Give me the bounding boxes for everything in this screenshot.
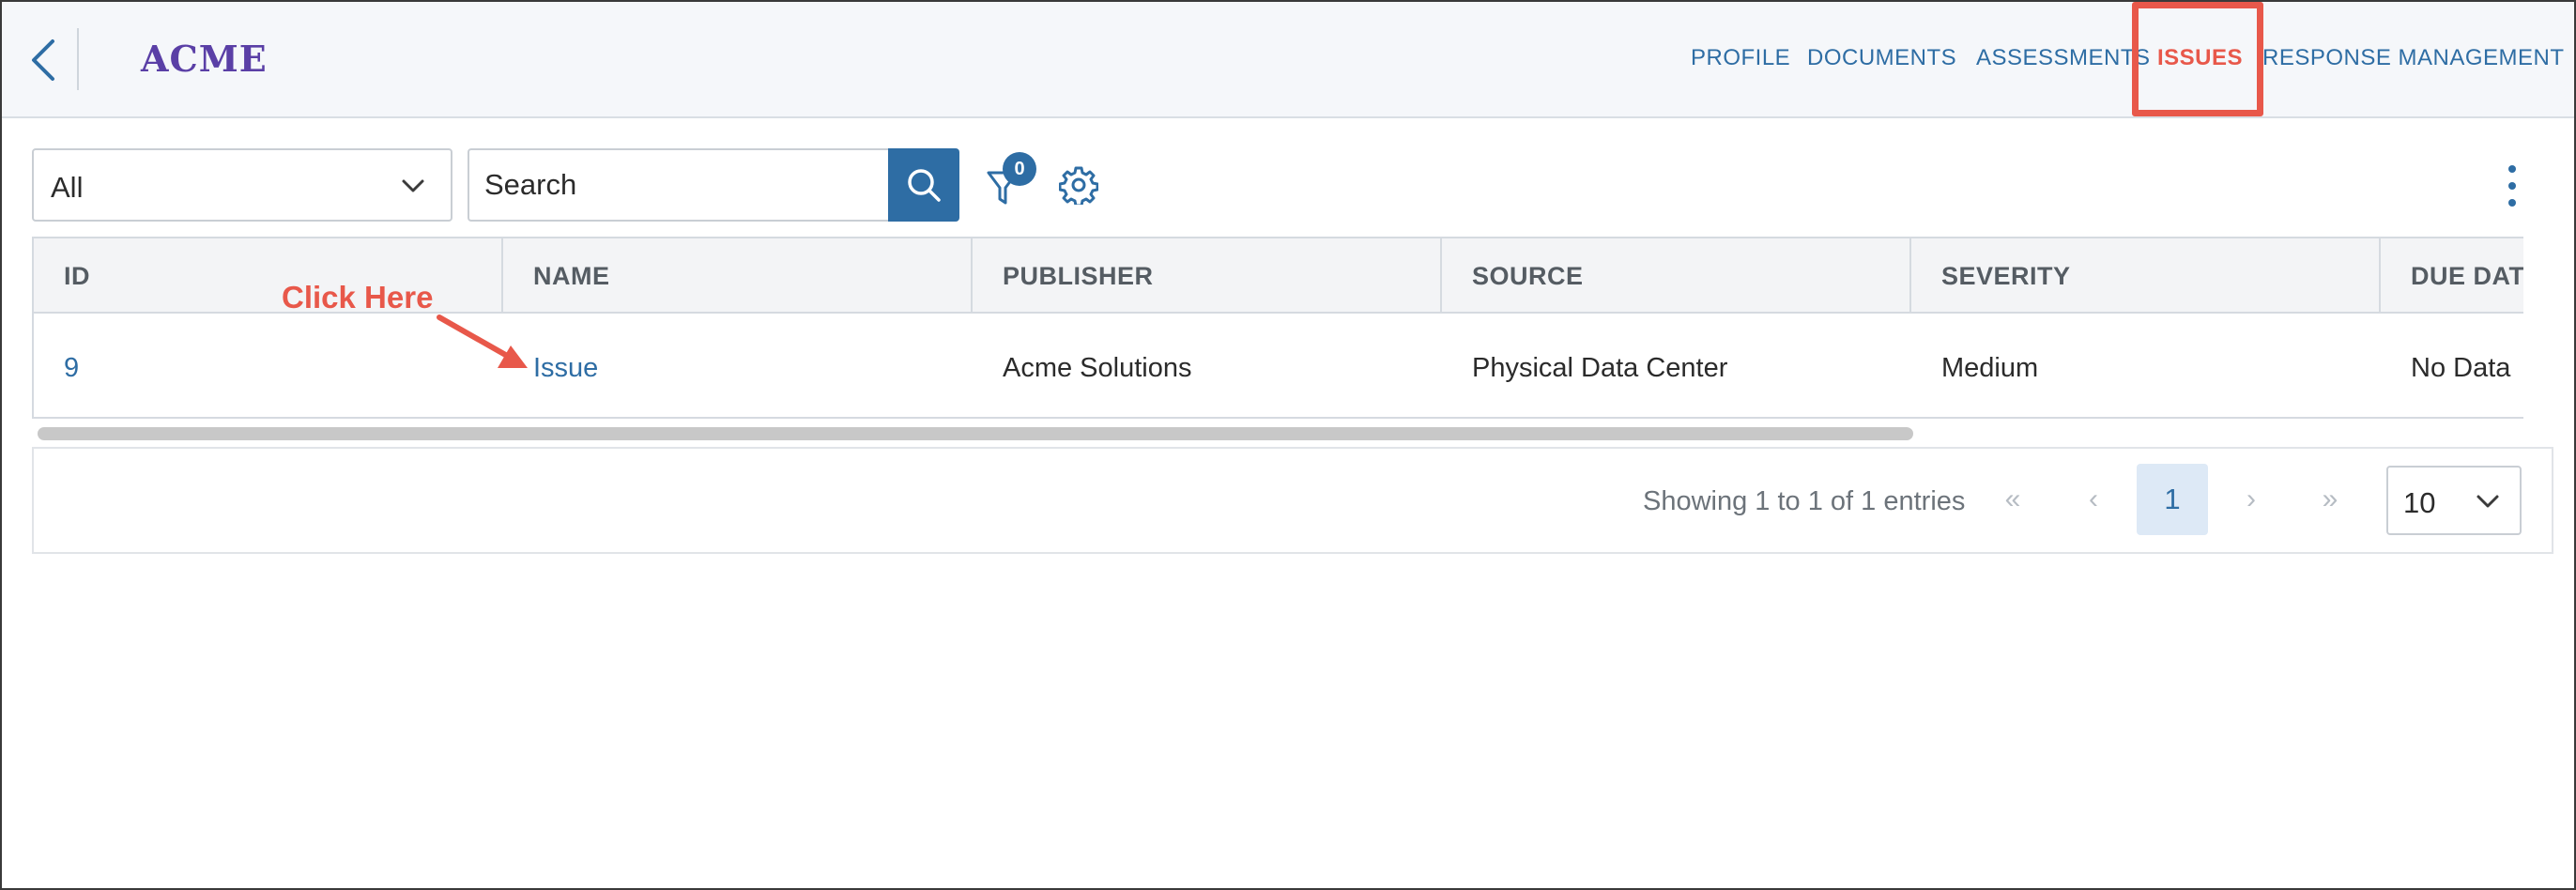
status-filter-value: All xyxy=(51,171,84,204)
acme-logo: ACME xyxy=(141,38,268,80)
annotation-arrow-icon xyxy=(437,315,528,368)
issues-table: ID NAME PUBLISHER SOURCE SEVERITY DUE DA… xyxy=(32,237,2523,419)
back-arrow-icon[interactable] xyxy=(26,34,60,86)
nav-tab-documents[interactable]: DOCUMENTS xyxy=(1807,45,1956,71)
cell-publisher: Acme Solutions xyxy=(1003,353,1192,383)
page-size-value: 10 xyxy=(2403,486,2436,519)
settings-button[interactable] xyxy=(1058,165,1099,207)
cell-severity: Medium xyxy=(1941,353,2039,383)
last-page-button[interactable]: » xyxy=(2311,481,2349,518)
column-header-name[interactable]: NAME xyxy=(503,238,973,314)
horizontal-scrollbar-thumb[interactable] xyxy=(38,427,1913,440)
filter-count-badge: 0 xyxy=(1003,152,1036,186)
screenshot-frame xyxy=(0,0,2576,890)
gear-icon xyxy=(1058,166,1099,207)
nav-tab-profile[interactable]: PROFILE xyxy=(1691,45,1790,71)
search-button[interactable] xyxy=(888,148,959,222)
page-size-select[interactable]: 10 xyxy=(2386,466,2522,535)
nav-tab-response-management[interactable]: RESPONSE MANAGEMENT xyxy=(2262,45,2565,71)
cell-source: Physical Data Center xyxy=(1472,353,1728,383)
cell-due-date: No Data xyxy=(2411,353,2511,383)
column-header-due-date[interactable]: DUE DAT xyxy=(2381,238,2523,314)
table-row: 9 Issue Acme Solutions Physical Data Cen… xyxy=(34,315,2523,417)
nav-tab-assessments[interactable]: ASSESSMENTS xyxy=(1976,45,2151,71)
issues-tab-highlight-box xyxy=(2132,2,2263,116)
chevron-down-icon xyxy=(2476,495,2499,508)
header-divider xyxy=(77,28,79,90)
cell-id-link[interactable]: 9 xyxy=(34,315,79,417)
current-page-button[interactable]: 1 xyxy=(2137,464,2208,535)
column-header-severity[interactable]: SEVERITY xyxy=(1911,238,2381,314)
search-icon xyxy=(908,169,941,202)
entries-count-text: Showing 1 to 1 of 1 entries xyxy=(1643,486,1966,516)
column-header-source[interactable]: SOURCE xyxy=(1442,238,1911,314)
column-header-publisher[interactable]: PUBLISHER xyxy=(973,238,1442,314)
search-input[interactable] xyxy=(468,148,890,222)
status-filter-select[interactable]: All xyxy=(32,148,452,222)
previous-page-button[interactable]: ‹ xyxy=(2075,481,2112,518)
next-page-button[interactable]: › xyxy=(2232,481,2270,518)
click-here-callout: Click Here xyxy=(282,280,434,315)
first-page-button[interactable]: « xyxy=(1994,481,2032,518)
more-options-kebab-icon[interactable] xyxy=(2501,161,2523,210)
chevron-down-icon xyxy=(402,179,424,192)
